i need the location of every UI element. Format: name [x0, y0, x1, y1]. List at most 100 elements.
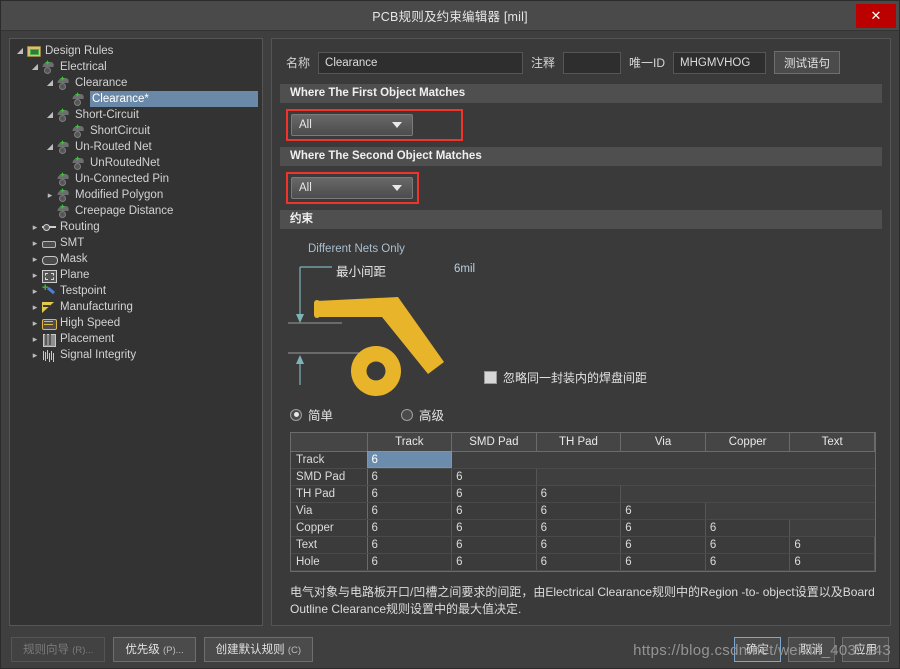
tree-item-un-connected-pin[interactable]: Un-Connected Pin — [10, 171, 262, 187]
expand-arrow-icon[interactable] — [29, 254, 41, 265]
tree-item-high-speed[interactable]: High Speed — [10, 315, 262, 331]
constraint-mode-radio-group: 简单 高级 — [272, 397, 890, 424]
matrix-cell[interactable]: 6 — [367, 485, 453, 503]
tree-item-placement[interactable]: Placement — [10, 331, 262, 347]
matrix-cell[interactable]: 6 — [620, 553, 706, 571]
expand-arrow-icon[interactable] — [29, 302, 41, 313]
window-title: PCB规则及约束编辑器 [mil] — [372, 10, 528, 24]
matrix-cell[interactable]: 6 — [451, 502, 537, 520]
expand-arrow-icon[interactable] — [29, 222, 41, 233]
matrix-cell[interactable]: 6 — [620, 536, 706, 554]
expand-arrow-icon[interactable] — [29, 334, 41, 345]
design-rules-tree[interactable]: Design Rules Electrical Clearance Clearance… — [9, 38, 263, 626]
ignore-pad-checkbox-row[interactable]: 忽略同一封装内的焊盘间距 — [484, 369, 647, 386]
matrix-cell[interactable]: 6 — [367, 451, 453, 469]
tree-item-unroutednet[interactable]: UnRoutedNet — [10, 155, 262, 171]
tree-item-un-routed-net[interactable]: Un-Routed Net — [10, 139, 262, 155]
tree-item-routing[interactable]: Routing — [10, 219, 262, 235]
first-object-select[interactable]: All — [291, 114, 413, 136]
expand-arrow-icon[interactable] — [29, 318, 41, 329]
matrix-row-header: Via — [291, 502, 368, 520]
cancel-button[interactable]: 取消 — [788, 636, 835, 662]
name-input[interactable] — [318, 51, 524, 74]
tree-item-label: Un-Routed Net — [75, 141, 152, 153]
second-object-select[interactable]: All — [291, 177, 413, 199]
matrix-cell[interactable]: 6 — [367, 553, 453, 571]
expand-arrow-icon[interactable] — [29, 270, 41, 281]
tree-item-mask[interactable]: Mask — [10, 251, 262, 267]
folder-icon — [26, 44, 43, 58]
test-query-button[interactable]: 测试语句 — [774, 51, 841, 74]
matrix-cell[interactable]: 6 — [451, 536, 537, 554]
title-bar: PCB规则及约束编辑器 [mil] ✕ — [1, 1, 899, 31]
clearance-matrix[interactable]: Track SMD Pad TH Pad Via Copper Text Track 6 SM… — [291, 433, 875, 571]
second-object-combo-wrap: All — [272, 166, 890, 210]
matrix-cell[interactable]: 6 — [367, 536, 453, 554]
tree-item-manufacturing[interactable]: Manufacturing — [10, 299, 262, 315]
matrix-cell[interactable]: 6 — [620, 502, 706, 520]
matrix-cell-empty — [789, 519, 875, 537]
rule-wizard-button[interactable]: 规则向导 (R)... — [11, 636, 106, 662]
tree-item-clearance[interactable]: Clearance* — [10, 91, 262, 107]
electrical-rule-icon — [41, 60, 58, 74]
matrix-cell[interactable]: 6 — [451, 485, 537, 503]
close-button[interactable]: ✕ — [856, 4, 896, 28]
matrix-cell[interactable]: 6 — [367, 519, 453, 537]
tree-item-electrical[interactable]: Electrical — [10, 59, 262, 75]
matrix-cell[interactable]: 6 — [705, 519, 791, 537]
expand-arrow-icon[interactable] — [29, 238, 41, 249]
tree-item-creepage-distance[interactable]: Creepage Distance — [10, 203, 262, 219]
matrix-cell[interactable]: 6 — [789, 536, 875, 554]
matrix-cell[interactable]: 6 — [367, 468, 453, 486]
tree-item-clearance[interactable]: Clearance — [10, 75, 262, 91]
matrix-cell-empty — [620, 451, 706, 469]
matrix-cell[interactable]: 6 — [451, 553, 537, 571]
collapse-arrow-icon[interactable] — [44, 79, 56, 88]
matrix-cell[interactable]: 6 — [536, 553, 622, 571]
matrix-cell[interactable]: 6 — [536, 519, 622, 537]
tree-item-modified-polygon[interactable]: Modified Polygon — [10, 187, 262, 203]
matrix-cell[interactable]: 6 — [705, 536, 791, 554]
ignore-pad-checkbox[interactable] — [484, 371, 497, 384]
matrix-cell[interactable]: 6 — [789, 553, 875, 571]
radio-advanced[interactable]: 高级 — [401, 405, 444, 424]
matrix-cell-empty — [789, 451, 875, 469]
matrix-cell[interactable]: 6 — [536, 502, 622, 520]
collapse-arrow-icon[interactable] — [29, 63, 41, 72]
expand-arrow-icon[interactable] — [44, 190, 56, 201]
expand-arrow-icon[interactable] — [29, 350, 41, 361]
radio-simple-indicator[interactable] — [290, 408, 302, 421]
matrix-cell[interactable]: 6 — [451, 519, 537, 537]
main-content: Design Rules Electrical Clearance Clearance… — [1, 32, 899, 630]
first-object-combo-wrap: All — [272, 103, 890, 147]
radio-simple[interactable]: 简单 — [290, 405, 333, 424]
comment-label: 注释 — [531, 56, 556, 70]
tree-item-plane[interactable]: Plane — [10, 267, 262, 283]
constraint-header: 约束 — [280, 210, 882, 229]
tree-item-smt[interactable]: SMT — [10, 235, 262, 251]
create-default-rules-button[interactable]: 创建默认规则 (C) — [203, 636, 314, 662]
matrix-cell[interactable]: 6 — [367, 502, 453, 520]
matrix-cell[interactable]: 6 — [536, 485, 622, 503]
comment-input[interactable] — [563, 51, 622, 74]
matrix-cell[interactable]: 6 — [620, 519, 706, 537]
ok-button[interactable]: 确定 — [734, 636, 781, 662]
matrix-cell[interactable]: 6 — [705, 553, 791, 571]
tree-item-signal-integrity[interactable]: Signal Integrity — [10, 347, 262, 363]
tree-item-design-rules[interactable]: Design Rules — [10, 43, 262, 59]
routing-icon — [41, 220, 58, 234]
tree-item-shortcircuit[interactable]: ShortCircuit — [10, 123, 262, 139]
unique-id-input[interactable] — [673, 51, 767, 74]
tree-item-testpoint[interactable]: Testpoint — [10, 282, 262, 299]
expand-arrow-icon[interactable] — [29, 286, 41, 297]
apply-button[interactable]: 应用 — [842, 636, 889, 662]
rule-wizard-key: (R)... — [72, 645, 94, 656]
matrix-cell[interactable]: 6 — [451, 468, 537, 486]
radio-advanced-indicator[interactable] — [401, 408, 414, 421]
matrix-cell[interactable]: 6 — [536, 536, 622, 554]
tree-item-short-circuit[interactable]: Short-Circuit — [10, 107, 262, 123]
collapse-arrow-icon[interactable] — [44, 143, 56, 152]
collapse-arrow-icon[interactable] — [44, 111, 56, 120]
collapse-arrow-icon[interactable] — [14, 47, 26, 56]
priority-button[interactable]: 优先级 (P)... — [113, 636, 196, 662]
